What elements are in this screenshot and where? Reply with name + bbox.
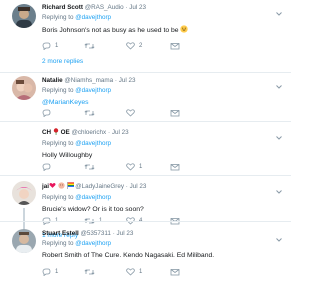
like-button[interactable]: 1 <box>126 268 142 276</box>
tweet-date[interactable]: · Jul 23 <box>113 230 134 237</box>
mention-link[interactable]: @davejthorp <box>75 140 111 147</box>
dm-button[interactable] <box>170 163 180 171</box>
tweet-chloe[interactable]: CH OE @chloerichx · Jul 23 Replying to @… <box>0 122 291 174</box>
more-replies-link[interactable]: 2 more replies <box>42 58 83 66</box>
mention-link[interactable]: @davejthorp <box>75 194 111 201</box>
reply-icon <box>42 163 51 171</box>
author-handle[interactable]: @chloerichx <box>71 129 106 136</box>
reply-count: 1 <box>55 43 59 49</box>
avatar[interactable] <box>12 181 36 205</box>
heart-icon <box>126 42 135 50</box>
author-handle[interactable]: @LadyJaineGrey <box>75 183 124 190</box>
like-count: 1 <box>139 164 143 170</box>
tweet-natalie[interactable]: Natalie @Niamhs_mama · Jul 23 Replying t… <box>0 73 291 118</box>
mention-link[interactable]: @davejthorp <box>75 87 111 94</box>
chevron-down-icon[interactable] <box>275 183 283 194</box>
tweet-text: Robert Smith of The Cure. Kendo Nagasaki… <box>42 252 215 259</box>
reply-icon <box>42 109 51 117</box>
avatar[interactable] <box>12 229 36 253</box>
avatar[interactable] <box>12 4 36 28</box>
mention-link[interactable]: @davejthorp <box>75 240 111 247</box>
reply-button[interactable] <box>42 109 55 117</box>
reply-button[interactable]: 1 <box>42 268 58 276</box>
envelope-icon <box>170 109 180 117</box>
chevron-down-icon[interactable] <box>275 78 283 89</box>
like-count: 1 <box>139 269 143 275</box>
author-handle[interactable]: @5357311 <box>81 230 111 237</box>
dm-button[interactable] <box>170 268 180 276</box>
tweet-date[interactable]: · Jul 23 <box>126 183 147 190</box>
retweet-icon <box>84 268 95 276</box>
envelope-icon <box>170 163 180 171</box>
replying-to: Replying to @davejthorp <box>42 87 112 94</box>
like-button[interactable]: 1 <box>126 163 142 171</box>
heart-icon <box>126 109 135 117</box>
tweet-date[interactable]: · Jul 23 <box>108 129 129 136</box>
envelope-icon <box>170 268 180 276</box>
retweet-icon <box>84 109 95 117</box>
chevron-down-icon[interactable] <box>275 231 283 242</box>
heart-icon <box>126 268 135 276</box>
author-name[interactable]: Richard Scott <box>42 4 83 11</box>
author-name[interactable]: CH OE <box>42 128 70 138</box>
reply-icon <box>42 268 51 276</box>
heart-decorated-icon <box>49 182 56 192</box>
retweet-button[interactable] <box>84 268 99 276</box>
heart-icon <box>126 163 135 171</box>
tweet-text: Boris Johnson's not as busy as he used t… <box>42 25 285 36</box>
tweet-richard-scott[interactable]: Richard Scott @RAS_Audio · Jul 23 Replyi… <box>0 0 291 74</box>
face-icon <box>58 182 65 192</box>
replying-to: Replying to @davejthorp <box>42 240 112 247</box>
grinning-face-icon <box>180 25 189 36</box>
chevron-down-icon[interactable] <box>275 129 283 140</box>
reply-icon <box>42 42 51 50</box>
tweet-text: @MarianKeyes <box>42 98 285 107</box>
tweet-date[interactable]: · Jul 23 <box>115 77 136 84</box>
dm-button[interactable] <box>170 109 180 117</box>
tweet-text: Brucie's widow? Or is it too soon? <box>42 206 144 213</box>
author-handle[interactable]: @RAS_Audio <box>85 4 124 11</box>
like-button[interactable]: 2 <box>126 42 142 50</box>
tweet-stuart-estell[interactable]: Stuart Estell @5357311 · Jul 23 Replying… <box>0 222 291 300</box>
retweet-icon <box>84 42 95 50</box>
mention-link[interactable]: @MarianKeyes <box>42 99 89 106</box>
rainbow-flag-icon <box>66 182 74 192</box>
retweet-button[interactable] <box>84 163 99 171</box>
author-name[interactable]: Natalie <box>42 77 63 84</box>
tweet-text: Holly Willoughby <box>42 152 93 159</box>
retweet-icon <box>84 163 95 171</box>
replying-to: Replying to @davejthorp <box>42 14 112 21</box>
retweet-button[interactable] <box>84 42 99 50</box>
reply-button[interactable]: 1 <box>42 42 58 50</box>
like-button[interactable] <box>126 109 139 117</box>
envelope-icon <box>170 42 180 50</box>
chevron-down-icon[interactable] <box>275 5 283 16</box>
rose-icon <box>53 128 59 138</box>
reply-count: 1 <box>55 269 59 275</box>
replying-to: Replying to @davejthorp <box>42 140 112 147</box>
tweet-date[interactable]: · Jul 23 <box>125 4 146 11</box>
author-name[interactable]: jai <box>42 182 74 192</box>
like-count: 2 <box>139 43 143 49</box>
reply-button[interactable] <box>42 163 55 171</box>
retweet-button[interactable] <box>84 109 99 117</box>
author-name[interactable]: Stuart Estell <box>42 230 79 237</box>
replying-to: Replying to @davejthorp <box>42 194 112 201</box>
author-handle[interactable]: @Niamhs_mama <box>64 77 113 84</box>
mention-link[interactable]: @davejthorp <box>75 14 111 21</box>
dm-button[interactable] <box>170 42 180 50</box>
avatar[interactable] <box>12 76 36 100</box>
